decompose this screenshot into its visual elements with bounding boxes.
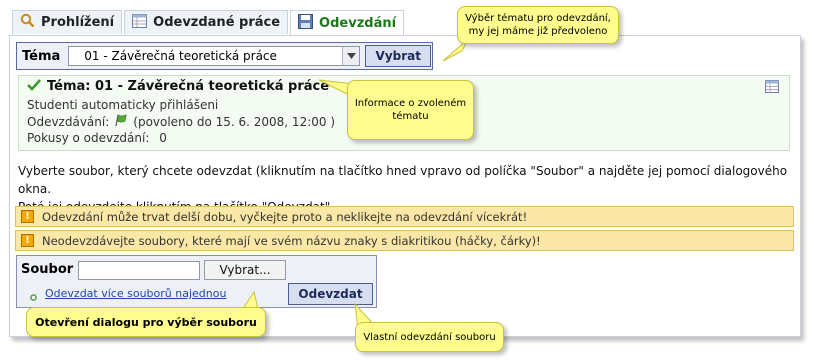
warning-banner: ! Odevzdání může trvat delší dobu, vyčke… bbox=[15, 206, 794, 227]
topic-select-value: 01 - Závěrečná teoretická práce bbox=[84, 49, 277, 63]
topic-info-submission: Odevzdávání: (povoleno do 15. 6. 2008, 1… bbox=[27, 114, 335, 130]
warning-icon: ! bbox=[21, 234, 34, 247]
tab-label: Prohlížení bbox=[41, 15, 115, 30]
tab-label: Odevzdání bbox=[319, 16, 397, 31]
callout-dialog: Otevření dialogu pro výběr souboru bbox=[26, 307, 266, 337]
browse-button[interactable]: Vybrat... bbox=[204, 260, 286, 280]
table-icon bbox=[132, 13, 148, 32]
tab-prohlizeni[interactable]: Prohlížení bbox=[12, 10, 123, 34]
attempts-label: Pokusy o odevzdání: bbox=[27, 131, 150, 145]
callout-topic: Výběr tématu pro odevzdání, my jej máme … bbox=[457, 6, 619, 44]
submission-label: Odevzdávání: bbox=[27, 115, 110, 129]
submit-button[interactable]: Odevzdat bbox=[288, 283, 373, 305]
tab-bar: Prohlížení Odevzdané práce Odevzdání bbox=[12, 10, 406, 36]
warning-text: Odevzdání může trvat delší dobu, vyčkejt… bbox=[42, 209, 528, 224]
table-icon[interactable] bbox=[765, 80, 779, 96]
submission-deadline: (povoleno do 15. 6. 2008, 12:00 ) bbox=[133, 115, 336, 129]
green-flag-icon bbox=[114, 114, 128, 130]
callout-submit: Vlastní odevzdání souboru bbox=[355, 322, 504, 352]
warning-text: Neodevzdávejte soubory, které mají ve sv… bbox=[42, 233, 541, 248]
magnifier-icon bbox=[20, 13, 35, 32]
file-label: Soubor bbox=[21, 262, 74, 277]
topic-info-title: Téma: 01 - Závěrečná teoretická práce bbox=[47, 79, 330, 94]
tab-label: Odevzdané práce bbox=[153, 15, 281, 30]
topic-info-header: Téma: 01 - Závěrečná teoretická práce bbox=[27, 79, 329, 94]
topic-info-attempts: Pokusy o odevzdání: 0 bbox=[27, 131, 167, 145]
topic-label: Téma bbox=[22, 48, 61, 64]
warning-icon: ! bbox=[21, 210, 34, 223]
warning-banner: ! Neodevzdávejte soubory, které mají ve … bbox=[15, 230, 794, 251]
multi-upload-link[interactable]: Odevzdat více souborů najednou bbox=[45, 287, 226, 300]
attempts-value: 0 bbox=[159, 131, 167, 145]
upload-form: Soubor Vybrat... Odevzdat více souborů n… bbox=[16, 255, 377, 308]
floppy-disk-icon bbox=[298, 14, 314, 33]
bullet-icon bbox=[30, 290, 37, 304]
topic-selector: Téma 01 - Závěrečná teoretická práce Vyb… bbox=[16, 42, 433, 70]
topic-select[interactable]: 01 - Závěrečná teoretická práce bbox=[68, 46, 361, 66]
file-input[interactable] bbox=[78, 261, 200, 280]
tab-odevzdane-prace[interactable]: Odevzdané práce bbox=[124, 10, 289, 34]
instructions-line-1: Vyberte soubor, který chcete odevzdat (k… bbox=[18, 164, 788, 196]
chevron-down-icon[interactable] bbox=[342, 47, 360, 65]
topic-info-enrollment: Studenti automaticky přihlášeni bbox=[27, 98, 219, 112]
tab-odevzdani[interactable]: Odevzdání bbox=[290, 10, 405, 36]
callout-info: Informace o zvoleném tématu bbox=[347, 80, 474, 140]
select-topic-button[interactable]: Vybrat bbox=[365, 45, 432, 67]
checkmark-icon bbox=[27, 79, 41, 94]
